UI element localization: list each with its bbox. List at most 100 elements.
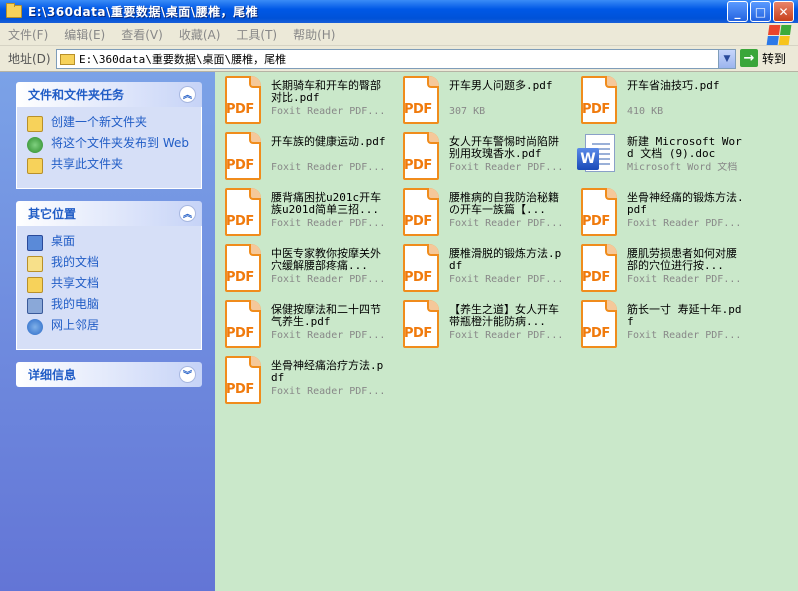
file-name: 腰背痛困扰u201c开车族u201d简单三招...	[271, 191, 382, 216]
close-button[interactable]: ✕	[773, 1, 794, 22]
file-item[interactable]: PDF 开车男人问题多.pdf 307 KB	[393, 72, 569, 128]
file-item[interactable]: PDF 开车省油技巧.pdf 410 KB	[571, 72, 747, 128]
page-curl	[249, 356, 261, 368]
file-item[interactable]: PDF 长期骑车和开车的臀部对比.pdf Foxit Reader PDF...	[215, 72, 391, 128]
file-name: 坐骨神经痛治疗方法.pdf	[271, 359, 384, 384]
file-item[interactable]: PDF 保健按摩法和二十四节气养生.pdf Foxit Reader PDF...	[215, 296, 391, 352]
file-type: Foxit Reader PDF...	[627, 330, 742, 341]
file-type: Foxit Reader PDF...	[271, 274, 386, 285]
file-item[interactable]: PDF 腰背痛困扰u201c开车族u201d简单三招... Foxit Reader…	[215, 184, 391, 240]
menu-edit[interactable]: 编辑(E)	[56, 26, 113, 43]
panel-title: 其它位置	[28, 207, 77, 221]
page-curl	[427, 76, 439, 88]
pdf-badge: PDF	[582, 214, 610, 229]
file-item[interactable]: PDF 坐骨神经痛治疗方法.pdf Foxit Reader PDF...	[215, 352, 391, 408]
maximize-button[interactable]: □	[750, 1, 771, 22]
page-curl	[249, 76, 261, 88]
task-pane: 文件和文件夹任务 ︽ 创建一个新文件夹 将这个文件夹发布到 Web 共享此文件夹…	[0, 72, 215, 591]
pdf-badge: PDF	[226, 214, 254, 229]
pdf-badge: PDF	[582, 102, 610, 117]
file-type: Foxit Reader PDF...	[449, 162, 564, 173]
title-bar[interactable]: E:\360data\重要数据\桌面\腰椎，尾椎 _ □ ✕	[0, 0, 798, 23]
desktop-icon	[27, 235, 43, 251]
page-curl	[605, 188, 617, 200]
task-label: 将这个文件夹发布到 Web	[51, 136, 189, 150]
computer-icon	[27, 298, 43, 314]
file-item[interactable]: PDF 女人开车警惕时尚陷阱别用玫瑰香水.pdf Foxit Reader PDF.…	[393, 128, 569, 184]
go-label: 转到	[762, 51, 787, 66]
menu-view[interactable]: 查看(V)	[113, 26, 171, 43]
file-name: 中医专家教你按摩关外穴缓解腰部疼痛...	[271, 247, 381, 272]
pdf-badge: PDF	[404, 326, 432, 341]
chevron-down-icon[interactable]: ▼	[718, 50, 735, 68]
task-publish-web[interactable]: 将这个文件夹发布到 Web	[27, 136, 191, 153]
page-curl	[427, 132, 439, 144]
file-item[interactable]: PDF 腰椎滑脱的锻炼方法.pdf Foxit Reader PDF...	[393, 240, 569, 296]
panel-title: 详细信息	[28, 368, 77, 382]
menu-help[interactable]: 帮助(H)	[285, 26, 343, 43]
share-folder-icon	[27, 158, 43, 174]
menu-bar: 文件(F) 编辑(E) 查看(V) 收藏(A) 工具(T) 帮助(H)	[0, 23, 798, 46]
file-item[interactable]: PDF 筋长一寸 寿延十年.pdf Foxit Reader PDF...	[571, 296, 747, 352]
menu-favorites[interactable]: 收藏(A)	[171, 26, 229, 43]
file-name: 坐骨神经痛的锻炼方法.pdf	[627, 191, 744, 216]
window-controls: _ □ ✕	[727, 1, 794, 22]
pdf-badge: PDF	[582, 270, 610, 285]
page-curl	[249, 132, 261, 144]
pdf-file-icon: PDF	[581, 244, 617, 292]
collapse-icon[interactable]: ︽	[179, 205, 196, 222]
other-places-header[interactable]: 其它位置 ︽	[16, 201, 202, 226]
page-curl	[249, 300, 261, 312]
menu-tools[interactable]: 工具(T)	[228, 26, 285, 43]
address-input[interactable]: E:\360data\重要数据\桌面\腰椎，尾椎 ▼	[56, 49, 736, 69]
panel-body: 创建一个新文件夹 将这个文件夹发布到 Web 共享此文件夹	[16, 107, 202, 189]
collapse-icon[interactable]: ︽	[179, 86, 196, 103]
file-name: 长期骑车和开车的臀部对比.pdf	[271, 79, 381, 104]
pdf-file-icon: PDF	[403, 132, 439, 180]
page-curl	[427, 188, 439, 200]
file-item[interactable]: W 新建 Microsoft Word 文档 (9).doc Microsoft W…	[571, 128, 747, 184]
new-folder-icon	[27, 116, 43, 132]
task-label: 共享此文件夹	[51, 157, 124, 171]
pdf-badge: PDF	[226, 102, 254, 117]
go-button[interactable]: → 转到	[740, 49, 786, 67]
folder-icon	[60, 53, 75, 65]
file-name: 腰椎滑脱的锻炼方法.pdf	[449, 247, 562, 272]
file-type: Foxit Reader PDF...	[449, 274, 564, 285]
expand-icon[interactable]: ︾	[179, 366, 196, 383]
place-shared-documents[interactable]: 共享文档	[27, 276, 191, 293]
file-item[interactable]: PDF 腰椎病的自我防治秘籍の开车一族篇【... Foxit Reader PDF.…	[393, 184, 569, 240]
word-badge: W	[577, 148, 599, 170]
menu-file[interactable]: 文件(F)	[0, 26, 56, 43]
file-type: Foxit Reader PDF...	[271, 106, 386, 117]
file-name: 腰椎病的自我防治秘籍の开车一族篇【...	[449, 191, 559, 216]
pdf-badge: PDF	[226, 382, 254, 397]
minimize-button[interactable]: _	[727, 1, 748, 22]
place-desktop[interactable]: 桌面	[27, 234, 191, 251]
place-my-computer[interactable]: 我的电脑	[27, 297, 191, 314]
pdf-file-icon: PDF	[581, 76, 617, 124]
pdf-badge: PDF	[226, 326, 254, 341]
task-share-folder[interactable]: 共享此文件夹	[27, 157, 191, 174]
task-new-folder[interactable]: 创建一个新文件夹	[27, 115, 191, 132]
place-my-documents[interactable]: 我的文档	[27, 255, 191, 272]
file-type: Foxit Reader PDF...	[449, 218, 564, 229]
file-item[interactable]: PDF 腰肌劳损患者如何对腰部的穴位进行按... Foxit Reader PDF.…	[571, 240, 747, 296]
details-panel: 详细信息 ︾	[16, 362, 202, 387]
file-tasks-header[interactable]: 文件和文件夹任务 ︽	[16, 82, 202, 107]
place-network[interactable]: 网上邻居	[27, 318, 191, 335]
page-curl	[427, 244, 439, 256]
pdf-file-icon: PDF	[225, 76, 261, 124]
file-type: Foxit Reader PDF...	[449, 330, 564, 341]
file-item[interactable]: PDF 中医专家教你按摩关外穴缓解腰部疼痛... Foxit Reader PDF.…	[215, 240, 391, 296]
pdf-file-icon: PDF	[225, 300, 261, 348]
pdf-file-icon: PDF	[403, 244, 439, 292]
file-item[interactable]: PDF 【养生之道】女人开车带瓶橙汁能防病... Foxit Reader PDF.…	[393, 296, 569, 352]
my-documents-icon	[27, 256, 43, 272]
file-item[interactable]: PDF 坐骨神经痛的锻炼方法.pdf Foxit Reader PDF...	[571, 184, 747, 240]
details-header[interactable]: 详细信息 ︾	[16, 362, 202, 387]
pdf-badge: PDF	[226, 158, 254, 173]
file-type: Foxit Reader PDF...	[627, 218, 742, 229]
file-name: 开车族的健康运动.pdf	[271, 135, 386, 148]
file-item[interactable]: PDF 开车族的健康运动.pdf Foxit Reader PDF...	[215, 128, 391, 184]
